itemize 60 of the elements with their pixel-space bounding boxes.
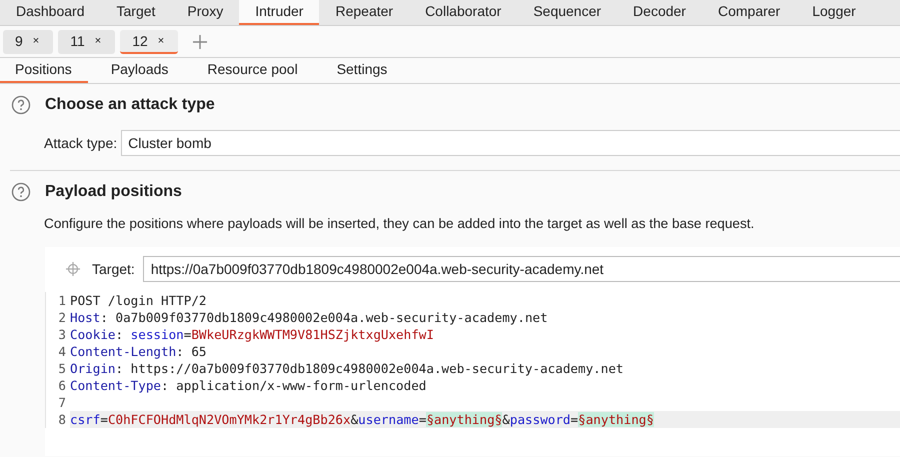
sub-tab[interactable]: Positions — [0, 58, 88, 83]
target-label: Target: — [92, 261, 135, 277]
code-text: : https://0a7b009f03770db1809c4980002e004a.web-security-academy.net — [116, 361, 624, 376]
request-tab[interactable]: 9 × — [3, 30, 54, 54]
code-text: & — [350, 412, 358, 427]
target-field[interactable]: https://0a7b009f03770db1809c4980002e004a.web-security-academy.net — [142, 256, 900, 282]
section-description: Configure the positions where payloads will be inserted, they can be added into the target as well as the base request. — [44, 216, 756, 231]
request-tab[interactable]: 12 × — [120, 30, 178, 54]
main-tab[interactable]: Target — [100, 0, 172, 25]
tab-label: 11 — [70, 32, 85, 48]
main-tab[interactable]: Collaborator — [409, 0, 518, 25]
code-text: : application/x-www-form-urlencoded — [161, 378, 426, 393]
header-name: Host — [70, 310, 100, 325]
add-tab-icon[interactable] — [193, 34, 208, 48]
code-text: : 65 — [176, 344, 206, 359]
parameter-name: session — [130, 327, 184, 342]
code-text: : — [116, 327, 124, 342]
header-name: Origin — [70, 361, 116, 376]
payload-marker: §anything§ — [578, 412, 654, 427]
request-tab[interactable]: 11 × — [58, 30, 116, 54]
header-name: Content-Type — [70, 378, 161, 393]
code-text: = — [418, 412, 426, 427]
main-tab[interactable]: Decoder — [617, 0, 702, 25]
payload-marker: §anything§ — [426, 412, 502, 427]
close-button[interactable]: × — [32, 34, 40, 46]
parameter-value: C0hFCFOHdMlqN2VOmYMk2r1Yr4gBb26x — [108, 412, 351, 427]
main-tab[interactable]: Sequencer — [517, 0, 618, 25]
sub-tab[interactable]: Resource pool — [192, 58, 314, 83]
parameter-name: username — [358, 412, 419, 427]
section-title: Choose an attack type — [45, 96, 215, 114]
code-text: POST /login HTTP/2 — [70, 293, 206, 308]
header-name: Cookie — [70, 327, 116, 342]
parameter-name: password — [510, 412, 571, 427]
tab-label: 12 — [132, 32, 148, 48]
section-title: Payload positions — [45, 183, 182, 201]
close-button[interactable]: × — [94, 34, 102, 46]
attack-type-dropdown[interactable]: Cluster bomb — [121, 130, 900, 156]
sub-tab[interactable]: Settings — [322, 58, 404, 83]
close-button[interactable]: × — [158, 34, 164, 46]
main-tab[interactable]: Repeater — [319, 0, 410, 25]
crosshair-icon — [66, 262, 80, 276]
code-text: = — [100, 412, 108, 427]
code-text: = — [570, 412, 578, 427]
parameter-value: BWkeURzgkWWTM9V81HSZjktxgUxehfwI — [191, 327, 434, 342]
help-icon[interactable] — [11, 182, 31, 202]
line-number: 8 — [46, 411, 70, 428]
code-text: : 0a7b009f03770db1809c4980002e004a.web-security-academy.net — [100, 310, 548, 325]
main-tab[interactable]: Logger — [796, 0, 872, 25]
main-tab[interactable]: Intruder — [239, 0, 320, 25]
tab-label: 9 — [15, 32, 23, 48]
main-tab[interactable]: Proxy — [171, 0, 240, 25]
attack-type-label: Attack type: — [44, 135, 118, 151]
header-name: Content-Length — [70, 344, 176, 359]
sub-tab[interactable]: Payloads — [96, 58, 184, 83]
parameter-name: csrf — [70, 412, 100, 427]
main-tab[interactable]: Dashboard — [0, 0, 100, 25]
code-text: = — [184, 327, 192, 342]
code-text: & — [502, 412, 510, 427]
help-icon[interactable] — [11, 95, 31, 115]
main-tab[interactable]: Comparer — [702, 0, 796, 25]
